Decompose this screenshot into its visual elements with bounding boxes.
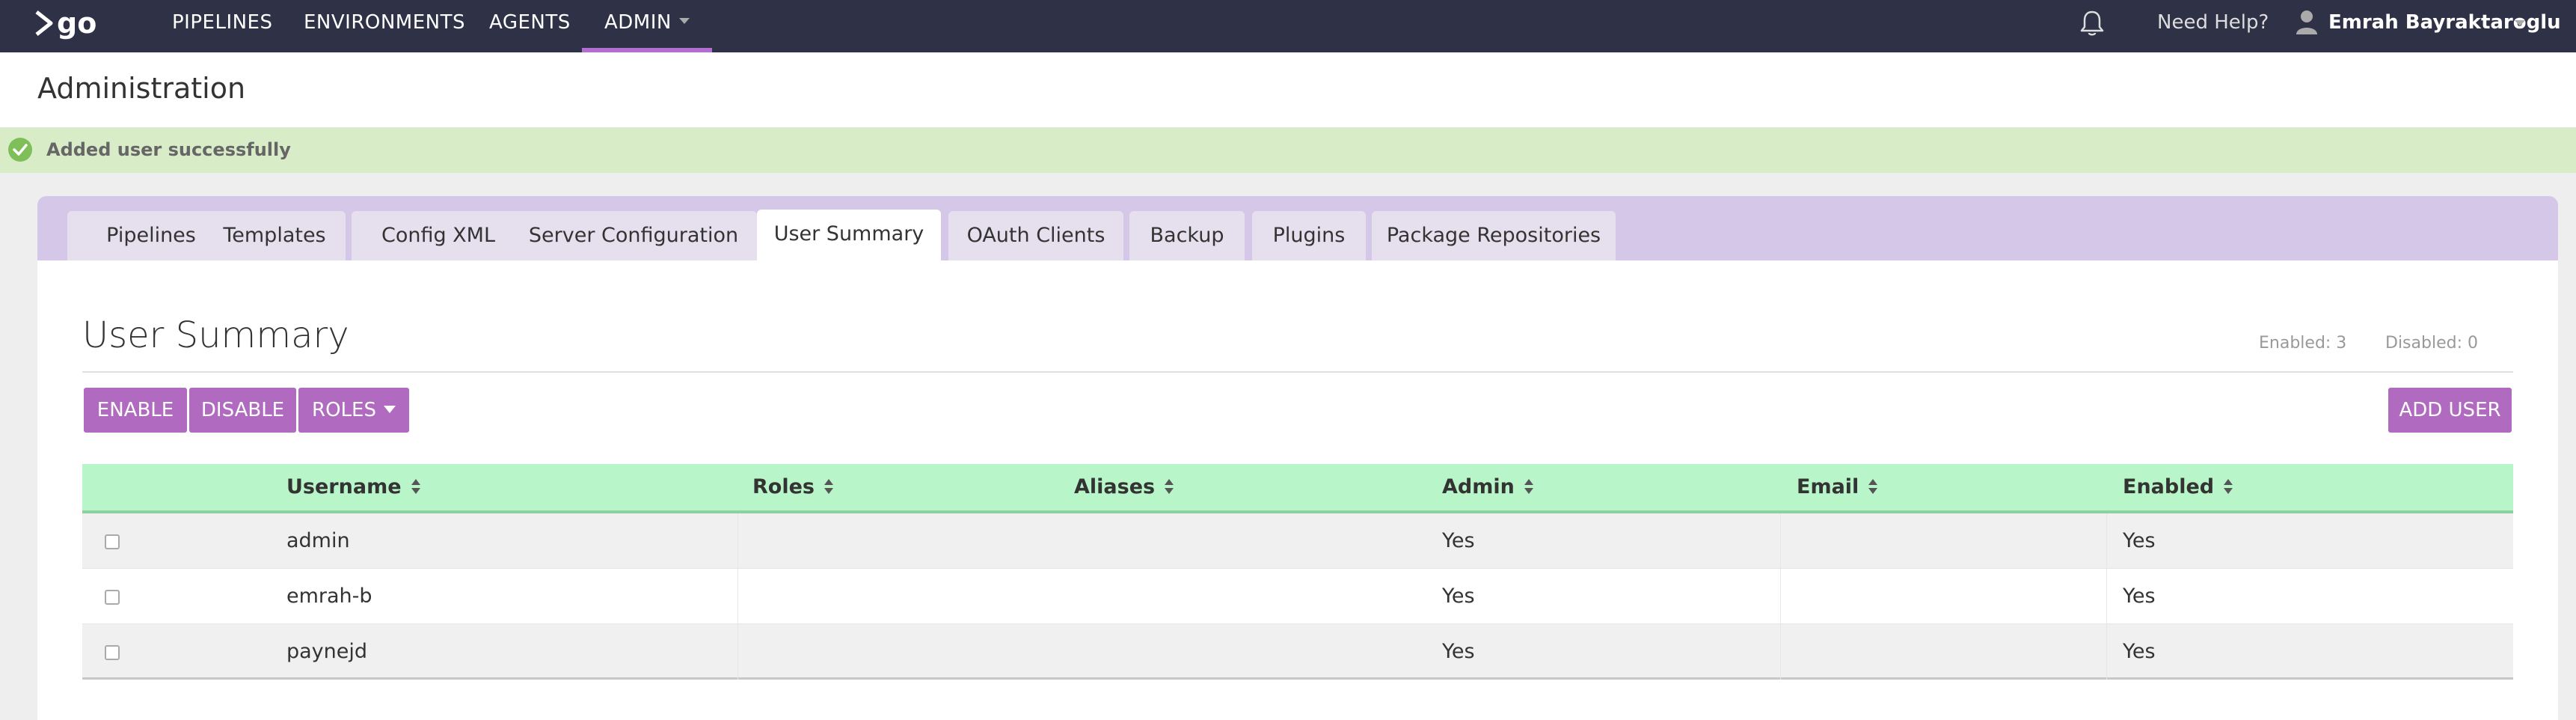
sort-icon xyxy=(1868,478,1878,494)
user-icon xyxy=(2296,10,2317,34)
go-logo-icon xyxy=(35,10,53,36)
flash-message: Added user successfully xyxy=(46,139,291,160)
column-aliases-label: Aliases xyxy=(1074,475,1156,498)
column-divider xyxy=(737,569,738,624)
user-chevron-down-icon[interactable] xyxy=(2515,20,2525,28)
table-row: admin Yes Yes xyxy=(82,513,2513,569)
column-enabled-label: Enabled xyxy=(2123,475,2215,498)
tab-backup[interactable]: Backup xyxy=(1129,211,1245,260)
tab-templates[interactable]: Templates xyxy=(203,211,346,260)
column-roles[interactable]: Roles xyxy=(752,464,834,510)
section-title: User Summary xyxy=(82,314,349,356)
go-logo[interactable]: go xyxy=(34,7,96,39)
column-roles-label: Roles xyxy=(752,475,815,498)
column-divider xyxy=(1780,513,1781,569)
row-checkbox[interactable] xyxy=(105,534,120,549)
nav-admin-label: ADMIN xyxy=(604,11,672,34)
logo-text: go xyxy=(57,7,97,40)
column-email[interactable]: Email xyxy=(1797,464,1878,510)
top-nav: go PIPELINES ENVIRONMENTS AGENTS ADMIN N… xyxy=(0,0,2576,52)
column-admin-label: Admin xyxy=(1442,475,1515,498)
column-email-label: Email xyxy=(1797,475,1859,498)
sort-icon xyxy=(824,478,833,494)
nav-pipelines[interactable]: PIPELINES xyxy=(172,0,273,52)
row-checkbox[interactable] xyxy=(105,590,120,605)
cell-enabled: Yes xyxy=(2123,585,2156,608)
cell-username: emrah-b xyxy=(286,585,372,608)
column-enabled[interactable]: Enabled xyxy=(2123,464,2233,510)
tab-package-repositories[interactable]: Package Repositories xyxy=(1372,211,1616,260)
tab-user-summary[interactable]: User Summary xyxy=(757,210,941,260)
roles-button-label: ROLES xyxy=(312,399,376,421)
roles-button[interactable]: ROLES xyxy=(298,388,409,433)
disabled-count: Disabled: 0 xyxy=(2385,334,2478,353)
disable-button[interactable]: DISABLE xyxy=(189,388,296,433)
nav-environments[interactable]: ENVIRONMENTS xyxy=(304,0,465,52)
tab-server-configuration[interactable]: Server Configuration xyxy=(510,211,757,260)
check-circle-icon xyxy=(8,138,32,162)
cell-enabled: Yes xyxy=(2123,640,2156,663)
caret-down-icon xyxy=(383,405,396,413)
user-menu[interactable]: Emrah Bayraktaroglu xyxy=(2328,0,2561,45)
enabled-count: Enabled: 3 xyxy=(2259,334,2347,353)
nav-admin[interactable]: ADMIN xyxy=(582,0,712,52)
column-divider xyxy=(2106,513,2107,569)
divider xyxy=(82,371,2513,373)
cell-username: paynejd xyxy=(286,640,368,663)
column-divider xyxy=(2106,624,2107,680)
admin-panel: Pipelines Templates Config XML Server Co… xyxy=(37,196,2558,720)
tab-oauth-clients[interactable]: OAuth Clients xyxy=(948,211,1123,260)
table-row: paynejd Yes Yes xyxy=(82,624,2513,680)
add-user-button[interactable]: ADD USER xyxy=(2388,388,2512,433)
sort-icon xyxy=(1524,478,1533,494)
column-aliases[interactable]: Aliases xyxy=(1074,464,1174,510)
cell-admin: Yes xyxy=(1442,640,1475,663)
table-header: Username Roles Aliases Admin Email Enabl… xyxy=(82,464,2513,513)
bell-icon[interactable] xyxy=(2079,9,2105,39)
cell-admin: Yes xyxy=(1442,529,1475,552)
column-divider xyxy=(1780,569,1781,624)
chevron-down-icon xyxy=(678,17,690,24)
cell-admin: Yes xyxy=(1442,585,1475,608)
sort-icon xyxy=(1165,478,1174,494)
need-help-link[interactable]: Need Help? xyxy=(2157,0,2269,45)
column-admin[interactable]: Admin xyxy=(1442,464,1534,510)
success-flash: Added user successfully xyxy=(0,127,2576,173)
column-divider xyxy=(737,513,738,569)
column-username[interactable]: Username xyxy=(286,464,421,510)
cell-enabled: Yes xyxy=(2123,529,2156,552)
tab-plugins[interactable]: Plugins xyxy=(1252,211,1366,260)
page-title: Administration xyxy=(37,72,246,105)
cell-username: admin xyxy=(286,529,350,552)
enable-button[interactable]: ENABLE xyxy=(84,388,187,433)
column-divider xyxy=(737,624,738,680)
nav-agents[interactable]: AGENTS xyxy=(489,0,571,52)
column-username-label: Username xyxy=(286,475,402,498)
tab-config-xml[interactable]: Config XML xyxy=(352,211,525,260)
row-checkbox[interactable] xyxy=(105,645,120,660)
column-divider xyxy=(1780,624,1781,680)
sort-icon xyxy=(2224,478,2233,494)
admin-tabs: Pipelines Templates Config XML Server Co… xyxy=(37,196,2558,260)
page-header: Administration xyxy=(0,52,2576,127)
table-row: emrah-b Yes Yes xyxy=(82,569,2513,624)
sort-icon xyxy=(411,478,420,494)
column-divider xyxy=(2106,569,2107,624)
